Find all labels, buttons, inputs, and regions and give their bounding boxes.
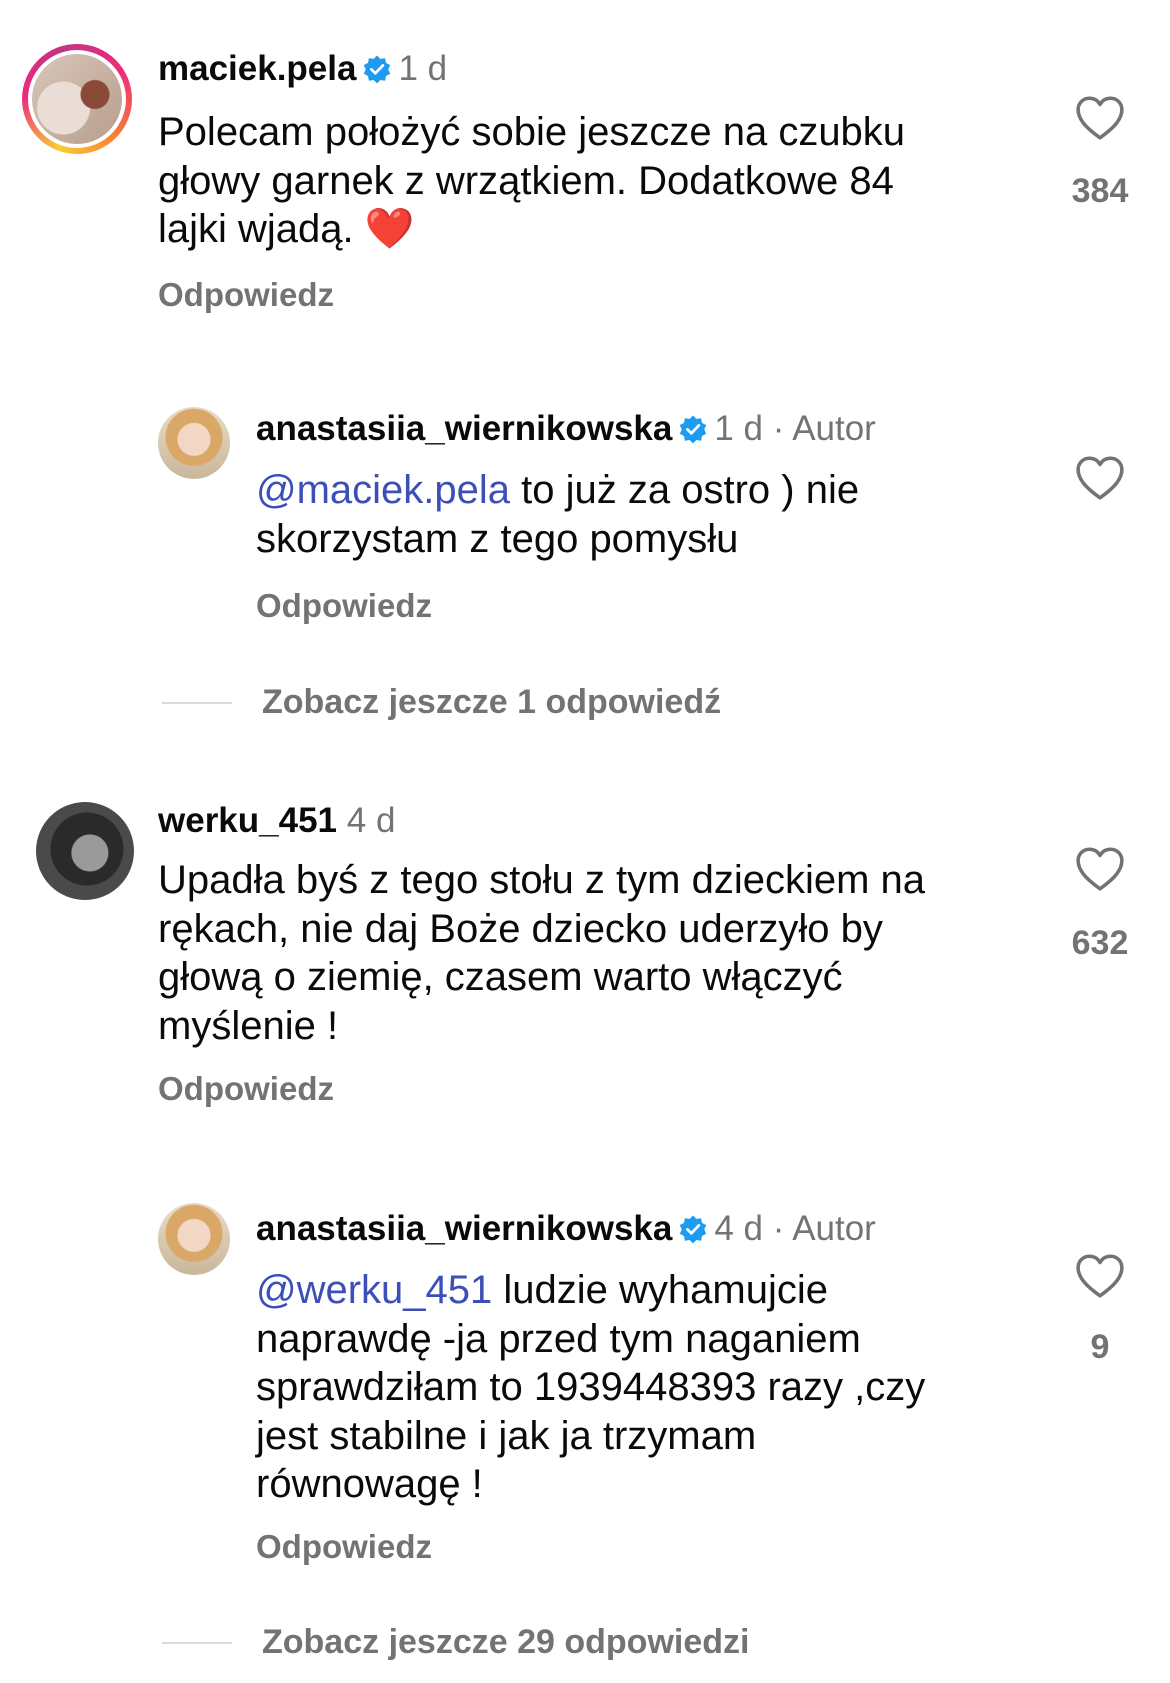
author-label: Autor [792, 1209, 876, 1248]
like-count: 632 [1071, 924, 1129, 962]
comment-header: anastasiia_wiernikowska 4 d · Autor [256, 1209, 876, 1248]
story-ring-avatar[interactable] [22, 44, 132, 154]
timestamp: 4 d [714, 1209, 763, 1248]
heart-outline-icon[interactable] [1075, 95, 1125, 141]
reply-button[interactable]: Odpowiedz [256, 587, 432, 625]
timestamp: 1 d [398, 49, 448, 88]
username[interactable]: maciek.pela [158, 49, 356, 88]
reply-button[interactable]: Odpowiedz [256, 1528, 432, 1566]
view-more-replies[interactable]: Zobacz jeszcze 29 odpowiedzi [162, 1623, 749, 1662]
mention-link[interactable]: @werku_451 [256, 1268, 492, 1312]
username[interactable]: anastasiia_wiernikowska [256, 409, 672, 448]
reply-button[interactable]: Odpowiedz [158, 1070, 334, 1108]
mention-link[interactable]: @maciek.pela [256, 468, 510, 512]
comment-text: Upadła byś z tego stołu z tym dzieckiem … [158, 858, 926, 1048]
verified-badge-icon [680, 1215, 707, 1244]
comment-header: anastasiia_wiernikowska 1 d · Autor [256, 409, 876, 448]
heart-outline-icon[interactable] [1075, 1253, 1125, 1299]
divider-line [162, 1641, 232, 1644]
view-more-replies[interactable]: Zobacz jeszcze 1 odpowiedź [162, 683, 721, 722]
reply-button[interactable]: Odpowiedz [158, 276, 334, 314]
comment-text: Polecam położyć sobie jeszcze na czubku … [158, 110, 906, 252]
avatar[interactable] [158, 1203, 230, 1275]
author-label: Autor [792, 409, 876, 448]
username[interactable]: werku_451 [158, 801, 337, 840]
timestamp: 1 d [714, 409, 763, 448]
timestamp: 4 d [346, 801, 396, 840]
like-count: 384 [1071, 172, 1129, 210]
avatar[interactable] [32, 54, 122, 144]
verified-badge-icon [680, 415, 707, 444]
comment-header: werku_451 4 d [158, 800, 395, 842]
username[interactable]: anastasiia_wiernikowska [256, 1209, 672, 1248]
avatar[interactable] [158, 407, 230, 479]
like-count: 9 [1090, 1328, 1110, 1366]
heart-outline-icon[interactable] [1075, 846, 1125, 892]
divider-line [162, 701, 232, 704]
comment-text: @maciek.pela to już za ostro ) nie skorz… [256, 468, 860, 561]
heart-outline-icon[interactable] [1075, 455, 1125, 501]
avatar[interactable] [36, 802, 134, 900]
verified-badge-icon [364, 55, 391, 84]
comment-text: @werku_451 ludzie wyhamujcie naprawdę -j… [256, 1268, 926, 1506]
comment-header: maciek.pela 1 d [158, 48, 447, 90]
heart-emoji: ❤️ [364, 206, 415, 252]
